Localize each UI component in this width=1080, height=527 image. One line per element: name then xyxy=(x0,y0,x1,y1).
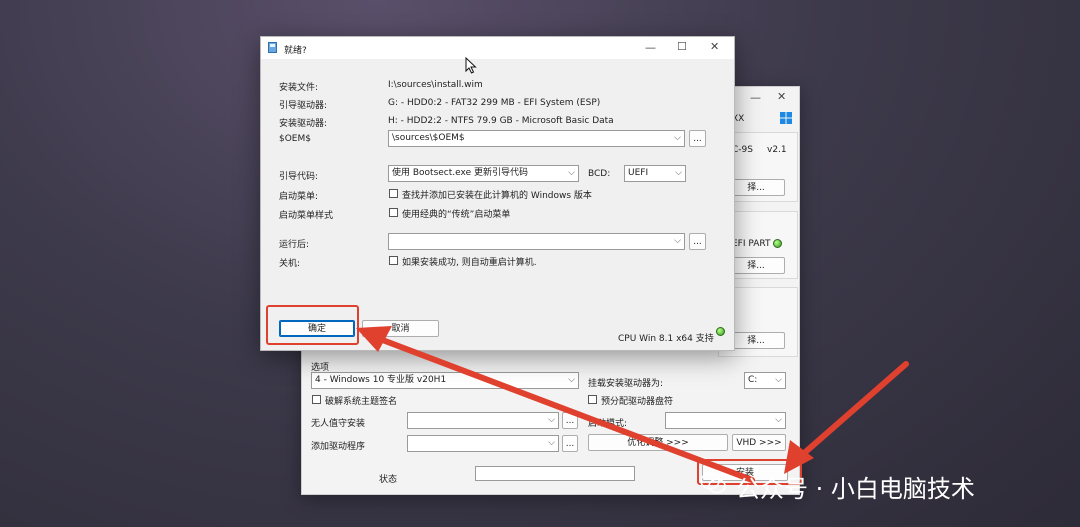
watermark: 公众号 · 小白电脑技术 xyxy=(700,469,1060,503)
watermark-text: 公众号 · 小白电脑技术 xyxy=(736,475,975,503)
wechat-icon xyxy=(700,472,726,494)
annotation-arrows xyxy=(356,326,909,483)
arrow-to-install xyxy=(791,361,909,465)
arrow-to-ok xyxy=(369,333,755,483)
